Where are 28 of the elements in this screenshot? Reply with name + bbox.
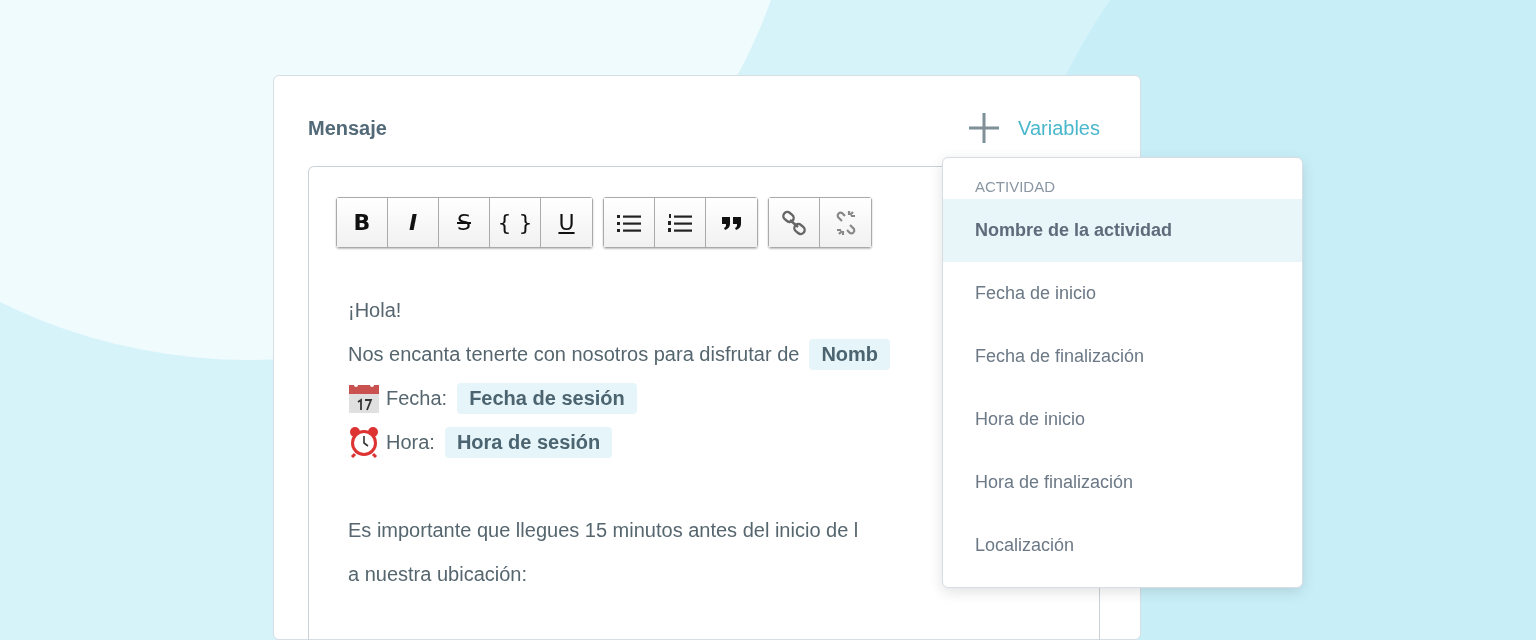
calendar-icon	[348, 382, 380, 414]
menu-item[interactable]: Nombre de la actividad	[943, 199, 1302, 262]
bold-button[interactable]: B	[337, 198, 388, 247]
variable-tag: Nomb	[809, 338, 891, 370]
bullet-list-button[interactable]	[604, 198, 655, 247]
italic-button[interactable]: I	[388, 198, 439, 247]
variable-tag: Fecha de sesión	[457, 382, 637, 414]
underline-button[interactable]: U	[541, 198, 592, 247]
code-button[interactable]: { }	[490, 198, 541, 247]
chain-link-icon	[781, 209, 807, 236]
message-text: ¡Hola!	[348, 298, 402, 322]
unlink-button[interactable]	[820, 198, 871, 247]
message-text: a nuestra ubicación:	[348, 562, 527, 586]
numbered-list-button[interactable]	[655, 198, 706, 247]
message-text: Fecha:	[386, 386, 448, 410]
section-title: Mensaje	[308, 116, 387, 140]
quote-button[interactable]	[706, 198, 757, 247]
strike-button[interactable]: S	[439, 198, 490, 247]
plus-icon	[968, 112, 1001, 144]
numbered-list-icon	[667, 211, 693, 234]
alarm-clock-icon	[348, 426, 380, 458]
section-heading: ACTIVIDAD	[974, 178, 1056, 197]
message-text: Hora:	[386, 430, 435, 454]
link-button[interactable]	[769, 198, 820, 247]
variable-tag: Hora de sesión	[444, 426, 613, 458]
message-text: Nos encanta tenerte con nosotros para disfrutar de	[348, 342, 800, 366]
message-text: Es importante que llegues 15 minutos antes del inicio de l	[348, 518, 859, 542]
quote-icon	[720, 214, 743, 231]
